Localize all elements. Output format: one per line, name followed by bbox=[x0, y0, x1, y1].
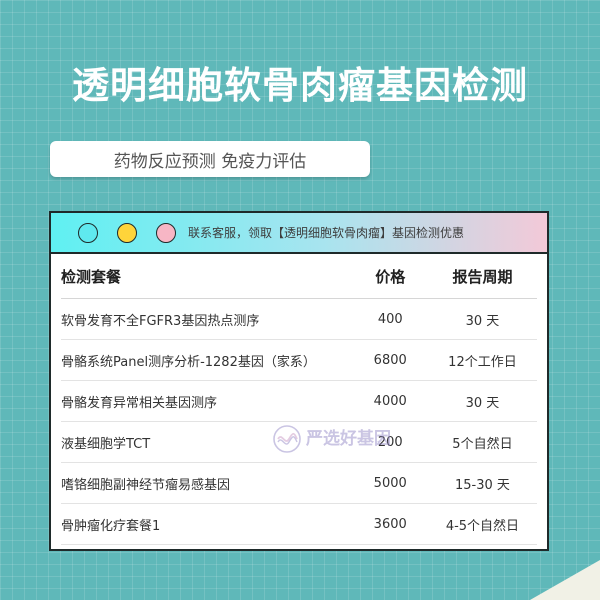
row-price: 3600 bbox=[373, 516, 407, 532]
contact-banner[interactable]: 联系客服，领取【透明细胞软骨肉瘤】基因检测优惠 bbox=[188, 224, 464, 241]
table-row: 软骨发育不全FGFR3基因热点测序 400 30 天 bbox=[61, 299, 537, 340]
row-period: 30 天 bbox=[465, 313, 500, 329]
row-name: 骨骼系统Panel测序分析-1282基因（家系） bbox=[61, 354, 316, 370]
table-row: 骨肿瘤化疗套餐1 3600 4-5个自然日 bbox=[61, 504, 537, 545]
row-price: 400 bbox=[377, 311, 403, 327]
row-name: 液基细胞学TCT bbox=[61, 436, 151, 452]
row-price: 200 bbox=[377, 434, 403, 450]
package-table: 检测套餐 价格 报告周期 软骨发育不全FGFR3基因热点测序 400 30 天 … bbox=[61, 254, 537, 545]
row-name: 嗜铬细胞副神经节瘤易感基因 bbox=[61, 477, 231, 493]
page-title: 透明细胞软骨肉瘤基因检测 bbox=[72, 64, 528, 107]
package-card: 联系客服，领取【透明细胞软骨肉瘤】基因检测优惠 检测套餐 价格 报告周期 软骨发… bbox=[49, 211, 549, 551]
window-dot-cyan-icon bbox=[78, 222, 98, 243]
header-price: 价格 bbox=[375, 267, 406, 286]
header-period: 报告周期 bbox=[452, 267, 513, 286]
table-row: 骨骼系统Panel测序分析-1282基因（家系） 6800 12个工作日 bbox=[61, 340, 537, 381]
row-price: 5000 bbox=[373, 475, 407, 491]
row-period: 30 天 bbox=[465, 395, 500, 411]
row-period: 15-30 天 bbox=[454, 477, 510, 493]
row-name: 骨骼发育异常相关基因测序 bbox=[61, 395, 218, 411]
card-header: 联系客服，领取【透明细胞软骨肉瘤】基因检测优惠 bbox=[51, 213, 547, 254]
row-price: 4000 bbox=[373, 393, 407, 409]
table-row: 液基细胞学TCT 200 5个自然日 bbox=[61, 422, 537, 463]
row-period: 12个工作日 bbox=[448, 354, 517, 370]
row-name: 软骨发育不全FGFR3基因热点测序 bbox=[61, 313, 260, 329]
header-name: 检测套餐 bbox=[61, 267, 122, 286]
table-header-row: 检测套餐 价格 报告周期 bbox=[61, 254, 537, 299]
subtitle-pill: 药物反应预测 免疫力评估 bbox=[50, 141, 370, 177]
subtitle-text: 药物反应预测 免疫力评估 bbox=[113, 151, 307, 172]
corner-decoration bbox=[530, 560, 600, 600]
row-period: 5个自然日 bbox=[452, 436, 513, 452]
row-period: 4-5个自然日 bbox=[445, 518, 520, 534]
window-dot-yellow-icon bbox=[117, 222, 137, 243]
table-row: 骨骼发育异常相关基因测序 4000 30 天 bbox=[61, 381, 537, 422]
table-row: 嗜铬细胞副神经节瘤易感基因 5000 15-30 天 bbox=[61, 463, 537, 504]
window-dot-pink-icon bbox=[156, 222, 176, 243]
row-name: 骨肿瘤化疗套餐1 bbox=[61, 518, 161, 534]
row-price: 6800 bbox=[373, 352, 407, 368]
